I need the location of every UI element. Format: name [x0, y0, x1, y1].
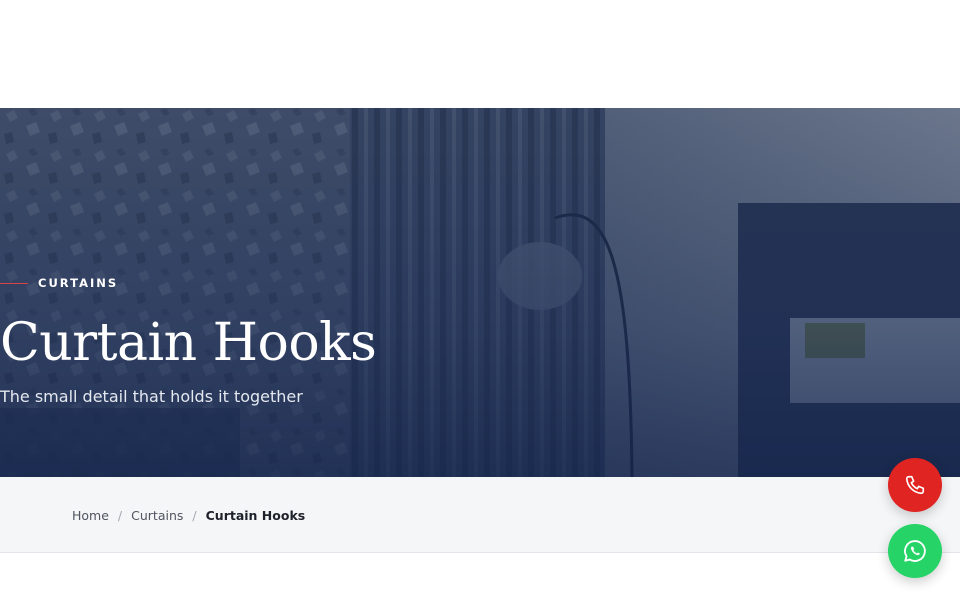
- breadcrumb-separator: /: [192, 508, 197, 523]
- eyebrow-category: CURTAINS: [38, 276, 119, 290]
- breadcrumb-separator: /: [117, 508, 123, 523]
- breadcrumb: Home / Curtains / Curtain Hooks: [0, 477, 960, 553]
- breadcrumb-current: Curtain Hooks: [205, 508, 306, 523]
- hero-banner: [0, 108, 960, 477]
- breadcrumb-curtains-link[interactable]: Curtains: [131, 508, 183, 524]
- page-title: Curtain Hooks: [0, 313, 377, 373]
- eyebrow-accent-line: [0, 282, 28, 284]
- phone-icon: [905, 475, 925, 495]
- whatsapp-button[interactable]: [888, 524, 942, 578]
- breadcrumb-home-link[interactable]: Home: [72, 508, 109, 524]
- whatsapp-icon: [904, 540, 926, 562]
- hero-eyebrow: CURTAINS: [0, 276, 119, 290]
- site-header: [0, 0, 960, 108]
- hero-overlay: [0, 108, 960, 477]
- call-button[interactable]: [888, 458, 942, 512]
- page-subtitle: The small detail that holds it together: [0, 387, 303, 406]
